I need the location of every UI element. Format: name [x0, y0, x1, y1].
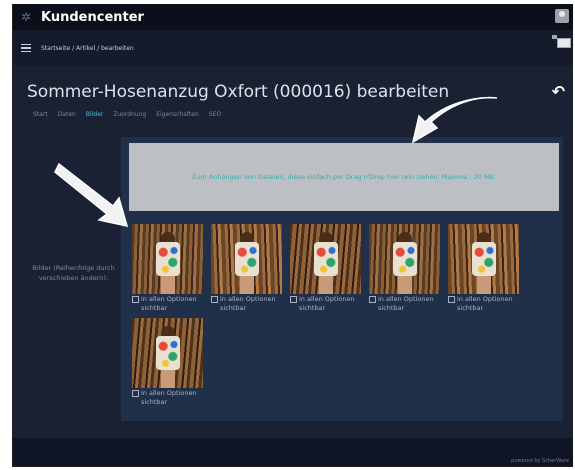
gear-logo-icon: ✲: [20, 10, 32, 24]
images-sidebar: Bilder (Reihenfolge durch verschieben än…: [26, 137, 121, 421]
product-photo[interactable]: [448, 224, 519, 294]
tab-daten[interactable]: Daten: [58, 111, 76, 118]
file-dropzone[interactable]: Zum Anhängen von Dateien, diese einfach …: [129, 143, 559, 211]
visible-in-all-options-checkbox[interactable]: [132, 390, 139, 397]
visible-in-all-options-checkbox[interactable]: [211, 296, 218, 303]
tab-seo[interactable]: SEO: [209, 111, 221, 118]
visible-in-all-options-checkbox[interactable]: [290, 296, 297, 303]
window-icon[interactable]: [552, 35, 571, 48]
image-thumbnail[interactable]: in allen Optionen sichtbar: [132, 224, 203, 312]
app-title: Kundencenter: [41, 9, 144, 25]
visible-in-all-options-checkbox[interactable]: [369, 296, 376, 303]
image-thumbnail[interactable]: in allen Optionen sichtbar: [290, 224, 361, 312]
dropzone-text: Zum Anhängen von Dateien, diese einfach …: [191, 173, 497, 181]
product-photo[interactable]: [369, 224, 440, 294]
back-arrow-icon[interactable]: ↶: [552, 82, 565, 101]
image-caption: in allen Optionen sichtbar: [141, 389, 197, 406]
image-caption: in allen Optionen sichtbar: [299, 295, 355, 312]
tab-zuordnung[interactable]: Zuordnung: [113, 111, 146, 118]
images-sidebar-label: Bilder (Reihenfolge durch verschieben än…: [32, 264, 115, 282]
footer-credit: powered by ScherWare: [511, 458, 569, 464]
image-gallery: in allen Optionen sichtbar in allen Opti…: [132, 224, 552, 406]
product-photo[interactable]: [211, 224, 282, 294]
page-title: Sommer-Hosenanzug Oxfort (000016) bearbe…: [27, 82, 450, 102]
images-panel: Bilder (Reihenfolge durch verschieben än…: [26, 137, 563, 421]
top-bar: ✲ Kundencenter: [13, 4, 573, 30]
image-thumbnail[interactable]: in allen Optionen sichtbar: [448, 224, 519, 312]
image-caption: in allen Optionen sichtbar: [220, 295, 276, 312]
hamburger-menu-icon[interactable]: [21, 42, 31, 55]
app-window: ✲ Kundencenter Startseite / Artikel / be…: [12, 4, 573, 467]
user-avatar-icon[interactable]: [555, 9, 569, 23]
image-thumbnail[interactable]: in allen Optionen sichtbar: [211, 224, 282, 312]
image-caption: in allen Optionen sichtbar: [378, 295, 434, 312]
tab-eigenschaften[interactable]: Eigenschaften: [156, 111, 199, 118]
tab-bilder[interactable]: Bilder: [86, 111, 103, 118]
image-thumbnail[interactable]: in allen Optionen sichtbar: [369, 224, 440, 312]
product-photo[interactable]: [132, 318, 203, 388]
image-thumbnail[interactable]: in allen Optionen sichtbar: [132, 318, 203, 406]
breadcrumb-bar: Startseite / Artikel / bearbeiten: [13, 30, 573, 66]
main-content: Sommer-Hosenanzug Oxfort (000016) bearbe…: [13, 66, 573, 438]
visible-in-all-options-checkbox[interactable]: [448, 296, 455, 303]
product-photo[interactable]: [132, 224, 203, 294]
product-photo[interactable]: [290, 224, 361, 294]
breadcrumb[interactable]: Startseite / Artikel / bearbeiten: [41, 45, 134, 52]
visible-in-all-options-checkbox[interactable]: [132, 296, 139, 303]
tab-start[interactable]: Start: [33, 111, 48, 118]
image-caption: in allen Optionen sichtbar: [457, 295, 513, 312]
image-caption: in allen Optionen sichtbar: [141, 295, 197, 312]
tab-bar: Start Daten Bilder Zuordnung Eigenschaft…: [33, 111, 221, 118]
